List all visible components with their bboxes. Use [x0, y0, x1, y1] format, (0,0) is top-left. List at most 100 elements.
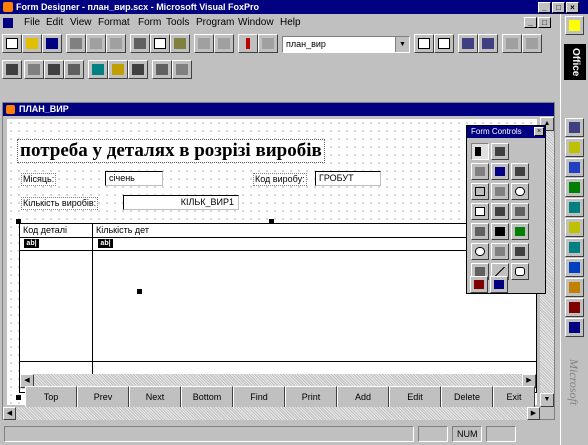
office-bar-menu-button[interactable] [565, 16, 584, 35]
details-grid[interactable]: Код деталі Кількість дет ab| ab| ◀ ▶ [19, 223, 537, 393]
office-bar-button-2[interactable] [565, 138, 584, 157]
grid-column-header-part-code[interactable]: Код деталі [20, 224, 67, 237]
close-button[interactable]: × [566, 2, 579, 13]
menu-window[interactable]: Window [238, 15, 274, 31]
find-button[interactable]: Find [233, 386, 285, 409]
form-wizard-button[interactable] [458, 34, 478, 53]
menu-view[interactable]: View [70, 15, 92, 31]
office-bar-button-6[interactable] [565, 218, 584, 237]
new-button[interactable] [2, 34, 22, 53]
autoform-button[interactable] [502, 34, 522, 53]
menu-program[interactable]: Program [196, 15, 234, 31]
scroll-left-arrow-icon[interactable]: ◀ [3, 407, 16, 420]
office-bar-button-4[interactable] [565, 178, 584, 197]
office-bar-button-3[interactable] [565, 158, 584, 177]
command-window-button[interactable] [414, 34, 434, 53]
option-group-tool[interactable] [511, 183, 529, 200]
next-button[interactable]: Next [129, 386, 181, 409]
code-window-button[interactable] [64, 60, 84, 79]
menu-edit[interactable]: Edit [46, 15, 63, 31]
selection-handle[interactable] [16, 219, 21, 224]
exit-button[interactable]: Exit [493, 386, 535, 409]
grid-cell-textbox-1[interactable]: ab| [24, 239, 39, 248]
listbox-tool[interactable] [511, 203, 529, 220]
office-bar-button-8[interactable] [565, 258, 584, 277]
save-button[interactable] [42, 34, 62, 53]
delete-button[interactable]: Delete [441, 386, 493, 409]
properties-button[interactable] [44, 60, 64, 79]
child-minimize-button[interactable]: _ [524, 17, 537, 28]
scroll-down-arrow-icon[interactable]: ▼ [540, 393, 554, 407]
menu-tools[interactable]: Tools [166, 15, 189, 31]
preview-button[interactable] [86, 34, 106, 53]
top-button[interactable]: Top [25, 386, 77, 409]
image-tool[interactable] [511, 223, 529, 240]
menu-file[interactable]: File [24, 15, 40, 31]
print-record-button[interactable]: Print [285, 386, 337, 409]
product-code-label[interactable]: Код виробу: [253, 173, 307, 186]
timer-tool[interactable] [471, 243, 489, 260]
office-bar-button-7[interactable] [565, 238, 584, 257]
copy-button[interactable] [150, 34, 170, 53]
form-canvas[interactable]: потреба у деталях в розрізі виробів Міся… [7, 119, 537, 405]
form-builder-button[interactable] [152, 60, 172, 79]
window-title-bar[interactable]: Form Designer - план_вир.scx - Microsoft… [0, 0, 588, 14]
minimize-button[interactable]: _ [538, 2, 551, 13]
autoreport-button[interactable] [522, 34, 542, 53]
month-label[interactable]: Місяць: [21, 173, 57, 186]
chevron-down-icon[interactable]: ▼ [395, 37, 409, 52]
data-environment-button[interactable] [24, 60, 44, 79]
form-horizontal-scrollbar[interactable]: ◀ ▶ [3, 407, 540, 420]
ole-container-tool[interactable] [511, 243, 529, 260]
cut-button[interactable] [130, 34, 150, 53]
maximize-button[interactable]: □ [552, 2, 565, 13]
menu-help[interactable]: Help [280, 15, 301, 31]
office-bar-button-10[interactable] [565, 298, 584, 317]
undo-button[interactable] [194, 34, 214, 53]
redo-button[interactable] [214, 34, 234, 53]
spell-button[interactable] [106, 34, 126, 53]
office-bar-button-9[interactable] [565, 278, 584, 297]
open-button[interactable] [22, 34, 42, 53]
quantity-field[interactable]: КІЛЬК_ВИР1 [123, 195, 239, 210]
grid-tool[interactable] [491, 223, 509, 240]
selection-handle[interactable] [16, 395, 21, 400]
layout-toolbar-button[interactable] [128, 60, 148, 79]
document-menu-icon[interactable] [3, 18, 13, 28]
menu-form[interactable]: Form [138, 15, 161, 31]
run-button[interactable] [238, 34, 258, 53]
autoformat-button[interactable] [172, 60, 192, 79]
combobox-tool[interactable] [491, 203, 509, 220]
child-restore-button[interactable]: □ [538, 17, 551, 28]
print-button[interactable] [66, 34, 86, 53]
scroll-right-arrow-icon[interactable]: ▶ [527, 407, 540, 420]
pageframe-tool[interactable] [491, 243, 509, 260]
edit-button[interactable]: Edit [389, 386, 441, 409]
bottom-button[interactable]: Bottom [181, 386, 233, 409]
add-button[interactable]: Add [337, 386, 389, 409]
editbox-tool[interactable] [511, 163, 529, 180]
close-icon[interactable]: × [534, 127, 544, 136]
tab-order-button[interactable] [2, 60, 22, 79]
grid-cell-textbox-2[interactable]: ab| [98, 239, 113, 248]
command-button-tool[interactable] [471, 183, 489, 200]
select-objects-tool[interactable] [471, 143, 489, 160]
grid-column-header-quantity[interactable]: Кількість дет [93, 224, 149, 237]
toolbox-title-bar[interactable]: Form Controls × [467, 126, 545, 138]
command-group-tool[interactable] [491, 183, 509, 200]
label-tool[interactable] [471, 163, 489, 180]
selection-handle[interactable] [137, 289, 142, 294]
view-window-button[interactable] [434, 34, 454, 53]
form-controls-toolbar-button[interactable] [88, 60, 108, 79]
form-window-title-bar[interactable]: ПЛАН_ВИР [3, 103, 554, 116]
office-bar-button-5[interactable] [565, 198, 584, 217]
view-classes-tool[interactable] [491, 143, 509, 160]
report-wizard-button[interactable] [478, 34, 498, 53]
prev-button[interactable]: Prev [77, 386, 129, 409]
database-combo[interactable]: план_вир ▼ [282, 36, 410, 53]
spinner-tool[interactable] [471, 223, 489, 240]
modify-form-button[interactable] [258, 34, 278, 53]
month-field[interactable]: січень [105, 171, 163, 186]
selection-handle[interactable] [269, 219, 274, 224]
checkbox-tool[interactable] [471, 203, 489, 220]
